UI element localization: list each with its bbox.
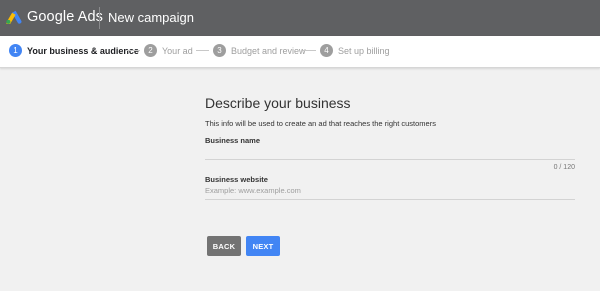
step-connector <box>303 50 316 51</box>
business-name-underline <box>205 159 575 160</box>
step-2-label: Your ad <box>162 45 193 56</box>
back-button[interactable]: BACK <box>207 236 241 256</box>
business-name-input[interactable] <box>205 147 575 159</box>
business-name-label: Business name <box>205 136 261 145</box>
step-1-label: Your business & audience <box>27 45 139 56</box>
page-title: New campaign <box>108 10 194 25</box>
business-website-placeholder: Example: www.example.com <box>205 186 301 195</box>
step-4-label: Set up billing <box>338 45 390 56</box>
header-divider <box>99 7 100 29</box>
next-button[interactable]: NEXT <box>246 236 280 256</box>
campaign-stepper: 1 Your business & audience 2 Your ad 3 B… <box>0 36 600 68</box>
form-heading: Describe your business <box>205 95 351 111</box>
step-3-label: Budget and review <box>231 45 306 56</box>
form-description: This info will be used to create an ad t… <box>205 119 436 128</box>
step-connector <box>196 50 209 51</box>
step-4-number: 4 <box>320 44 333 57</box>
step-4[interactable]: 4 Set up billing <box>320 44 390 57</box>
step-2-number: 2 <box>144 44 157 57</box>
top-app-bar: Google Ads New campaign <box>0 0 600 36</box>
step-1-number: 1 <box>9 44 22 57</box>
business-website-label: Business website <box>205 175 268 184</box>
step-1[interactable]: 1 Your business & audience <box>9 44 139 57</box>
step-3[interactable]: 3 Budget and review <box>213 44 306 57</box>
business-website-underline <box>205 199 575 200</box>
business-name-char-counter: 0 / 120 <box>553 164 575 171</box>
business-website-input[interactable]: Example: www.example.com <box>205 185 575 198</box>
step-3-number: 3 <box>213 44 226 57</box>
brand-name[interactable]: Google Ads <box>27 9 103 25</box>
step-connector <box>127 50 140 51</box>
google-ads-logo-icon[interactable] <box>6 10 22 24</box>
describe-business-form: Describe your business This info will be… <box>205 95 577 200</box>
step-2[interactable]: 2 Your ad <box>144 44 193 57</box>
